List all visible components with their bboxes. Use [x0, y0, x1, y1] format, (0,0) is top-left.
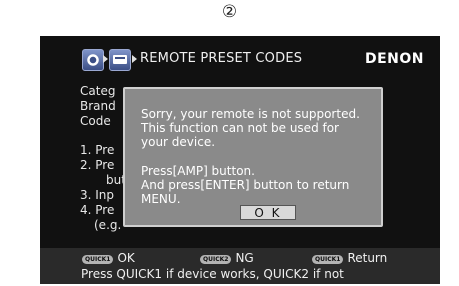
category-label: Categ [80, 84, 116, 98]
dialog-instructions: Press[AMP] button. And press[ENTER] butt… [141, 164, 349, 206]
dialog-line: This function can not be used for [141, 121, 339, 135]
instruction-example: (e.g. [94, 218, 122, 232]
dialog-line: And press[ENTER] button to return [141, 178, 350, 192]
remote-setup-icon [109, 49, 131, 71]
menu-header: REMOTE PRESET CODES DENON [40, 36, 440, 82]
footer-hint: Press QUICK1 if device works, QUICK2 if … [81, 267, 344, 281]
brand-label: Brand [80, 99, 116, 113]
quick1-label: OK [117, 251, 135, 265]
quick2-label: NG [235, 251, 254, 265]
quick2-badge-icon: QUICK2 [200, 255, 232, 264]
quick2-ng-hint[interactable]: QUICK2 NG [200, 251, 254, 265]
footer-bar: QUICK1 OK QUICK2 NG QUICK1 Return Press QUI… [40, 248, 440, 284]
error-dialog: Sorry, your remote is not supported. Thi… [123, 87, 383, 227]
quick1-badge-icon: QUICK1 [82, 255, 114, 264]
instruction-step-3: 3. Inp [80, 188, 115, 202]
dialog-message: Sorry, your remote is not supported. Thi… [141, 107, 360, 149]
ok-button[interactable]: O K [240, 205, 296, 220]
quick1-ok-hint[interactable]: QUICK1 OK [82, 251, 135, 265]
dialog-line: MENU. [141, 192, 181, 206]
instruction-step-1: 1. Pre [80, 143, 115, 157]
code-label: Code [80, 114, 111, 128]
step-number: ② [221, 2, 238, 22]
setup-gear-icon [82, 49, 104, 71]
page-title: REMOTE PRESET CODES [140, 51, 303, 66]
quick1-return-hint[interactable]: QUICK1 Return [312, 251, 387, 265]
brand-logo: DENON [364, 51, 424, 67]
return-label: Return [347, 251, 388, 265]
dialog-line: Press[AMP] button. [141, 164, 255, 178]
breadcrumb-arrow-icon [132, 55, 137, 63]
instruction-step-2: 2. Pre [80, 158, 115, 172]
dialog-line: Sorry, your remote is not supported. [141, 107, 360, 121]
quick1-return-badge-icon: QUICK1 [312, 255, 344, 264]
dialog-line: your device. [141, 135, 216, 149]
instruction-step-4: 4. Pre [80, 203, 115, 217]
gui-screen: REMOTE PRESET CODES DENON Categ Brand Co… [40, 36, 440, 284]
breadcrumb-arrow-icon [103, 55, 108, 63]
